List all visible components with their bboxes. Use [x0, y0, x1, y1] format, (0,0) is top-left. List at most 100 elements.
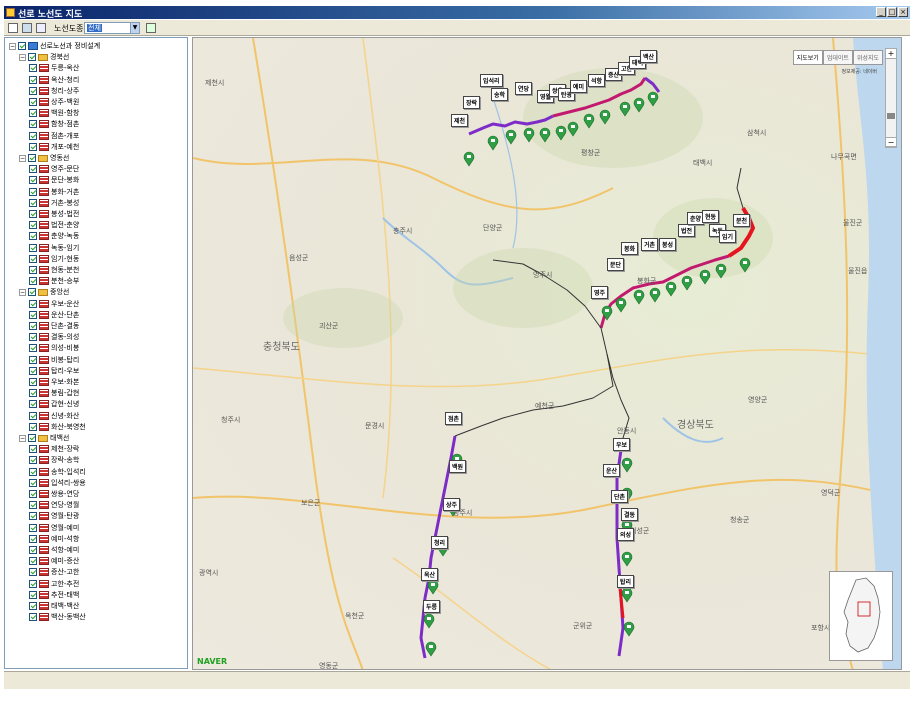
tree-item[interactable]: 연당-영월	[29, 500, 79, 510]
tree-item[interactable]: 분천-승부	[29, 276, 79, 286]
station-label[interactable]: 분천	[733, 214, 751, 227]
collapse-icon[interactable]: −	[19, 434, 26, 442]
tree-item[interactable]: 석항-예미	[29, 545, 79, 555]
layer-checkbox[interactable]	[29, 523, 37, 532]
tree-item[interactable]: 함창-점촌	[29, 119, 79, 129]
station-label[interactable]: 법전	[678, 224, 696, 237]
station-label[interactable]: 임기	[719, 230, 737, 243]
layer-checkbox[interactable]	[29, 344, 37, 353]
tree-item[interactable]: 증산-고한	[29, 567, 79, 577]
tree-group[interactable]: − 경북선	[19, 52, 69, 62]
minimize-button[interactable]: _	[876, 7, 886, 17]
train-pin-icon[interactable]	[463, 151, 475, 167]
tree-item[interactable]: 의성-비봉	[29, 343, 79, 353]
route-type-select[interactable]: 전체 ▼	[84, 22, 140, 34]
train-pin-icon[interactable]	[505, 129, 517, 145]
collapse-icon[interactable]: −	[19, 288, 26, 296]
station-label[interactable]: 우보	[613, 438, 631, 451]
station-label[interactable]: 현동	[702, 210, 720, 223]
layer-checkbox[interactable]	[28, 53, 36, 62]
station-label[interactable]: 입석리	[480, 74, 503, 87]
station-label[interactable]: 영주	[591, 286, 609, 299]
tree-item[interactable]: 영주-문단	[29, 164, 79, 174]
train-pin-icon[interactable]	[425, 641, 437, 657]
train-pin-icon[interactable]	[427, 579, 439, 595]
train-pin-icon[interactable]	[665, 281, 677, 297]
train-pin-icon[interactable]	[699, 269, 711, 285]
tree-item[interactable]: 임기-현동	[29, 254, 79, 264]
station-label[interactable]: 단촌	[611, 490, 629, 503]
edit-icon[interactable]	[36, 23, 46, 33]
tree-item[interactable]: 쌍용-연당	[29, 489, 79, 499]
layer-checkbox[interactable]	[29, 501, 37, 510]
station-label[interactable]: 탑리	[617, 575, 635, 588]
station-label[interactable]: 두릉	[423, 600, 441, 613]
layer-checkbox[interactable]	[29, 322, 37, 330]
tree-item[interactable]: 탑리-우보	[29, 366, 79, 376]
layer-checkbox[interactable]	[29, 411, 37, 420]
layer-checkbox[interactable]	[29, 221, 37, 230]
tree-item[interactable]: 예미-석항	[29, 534, 79, 544]
layer-checkbox[interactable]	[29, 187, 37, 196]
layer-checkbox[interactable]	[29, 557, 37, 566]
layer-tree[interactable]: − 선로노선과 정비설계 − 경북선 두릉-옥산 옥산-청리 청리-상주 상주-백원 백원-함창…	[4, 37, 188, 669]
layer-checkbox[interactable]	[29, 378, 37, 386]
tree-item[interactable]: 거촌-봉성	[29, 198, 79, 208]
zoom-thumb[interactable]	[887, 113, 895, 119]
layer-checkbox[interactable]	[29, 142, 37, 151]
layer-checkbox[interactable]	[29, 590, 37, 599]
close-button[interactable]: ×	[898, 7, 908, 17]
layer-checkbox[interactable]	[29, 277, 37, 286]
station-label[interactable]: 거촌	[641, 238, 659, 251]
layer-checkbox[interactable]	[29, 445, 37, 454]
station-label[interactable]: 예미	[570, 80, 588, 93]
open-icon[interactable]	[8, 23, 18, 33]
collapse-icon[interactable]: −	[19, 154, 26, 162]
tree-item[interactable]: 봉화-거촌	[29, 187, 79, 197]
tree-item[interactable]: 현동-분천	[29, 265, 79, 275]
train-pin-icon[interactable]	[621, 551, 633, 567]
layer-checkbox[interactable]	[29, 568, 37, 577]
layer-checkbox[interactable]	[29, 75, 37, 84]
collapse-icon[interactable]: −	[19, 53, 26, 61]
layer-checkbox[interactable]	[29, 120, 37, 129]
tree-item[interactable]: 봉림-갑현	[29, 388, 79, 398]
tree-item[interactable]: 법전-춘양	[29, 220, 79, 230]
layer-checkbox[interactable]	[29, 243, 37, 252]
tree-item[interactable]: 예미-증산	[29, 556, 79, 566]
tree-item[interactable]: 춘양-녹동	[29, 231, 79, 241]
station-label[interactable]: 제천	[451, 114, 469, 127]
chevron-down-icon[interactable]: ▼	[130, 23, 139, 33]
tree-item[interactable]: 백산-동백산	[29, 612, 86, 622]
layer-checkbox[interactable]	[29, 98, 37, 106]
layer-icon[interactable]	[22, 23, 32, 33]
zoom-slider[interactable]: + −	[885, 48, 897, 148]
zoom-out-button[interactable]: −	[886, 137, 896, 147]
layer-checkbox[interactable]	[29, 210, 37, 218]
layer-checkbox[interactable]	[29, 310, 37, 319]
tab-map[interactable]: 지도보기	[792, 50, 823, 65]
tree-item[interactable]: 문단-봉화	[29, 175, 79, 185]
tree-item[interactable]: 봉성-법전	[29, 209, 79, 219]
tab-satellite[interactable]: 위성지도	[852, 50, 883, 65]
tree-item[interactable]: 백원-함창	[29, 108, 79, 118]
tree-root[interactable]: − 선로노선과 정비설계	[9, 41, 100, 51]
station-label[interactable]: 청리	[431, 536, 449, 549]
tree-item[interactable]: 점촌-개포	[29, 131, 79, 141]
tree-item[interactable]: 갑현-신녕	[29, 399, 79, 409]
tree-item[interactable]: 장락-송학	[29, 455, 79, 465]
layer-checkbox[interactable]	[29, 546, 37, 554]
layer-checkbox[interactable]	[29, 602, 37, 610]
station-label[interactable]: 송학	[491, 88, 509, 101]
tree-item[interactable]: 고한-추전	[29, 579, 79, 589]
tree-item[interactable]: 옥산-청리	[29, 75, 79, 85]
layer-checkbox[interactable]	[29, 456, 37, 465]
layer-checkbox[interactable]	[29, 176, 37, 185]
station-label[interactable]: 백원	[449, 460, 467, 473]
tree-item[interactable]: 두릉-옥산	[29, 63, 79, 73]
tree-item[interactable]: 단촌-결동	[29, 321, 79, 331]
train-pin-icon[interactable]	[681, 275, 693, 291]
layer-checkbox[interactable]	[29, 478, 37, 487]
train-pin-icon[interactable]	[615, 297, 627, 313]
layer-checkbox[interactable]	[29, 579, 37, 588]
